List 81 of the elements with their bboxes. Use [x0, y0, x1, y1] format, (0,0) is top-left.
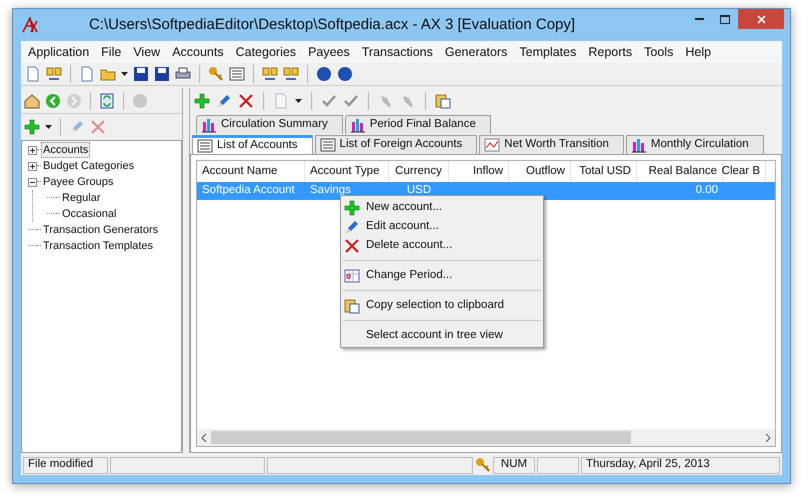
- add-icon[interactable]: [24, 119, 40, 135]
- report-tab[interactable]: Circulation Summary: [196, 115, 343, 134]
- tree-item[interactable]: Regular: [60, 190, 103, 206]
- bar-chart-icon[interactable]: [350, 117, 366, 133]
- menu-item[interactable]: File: [95, 42, 128, 62]
- scroll-left-icon[interactable]: [201, 434, 207, 442]
- pencil-icon[interactable]: [344, 218, 360, 234]
- home-icon[interactable]: [24, 92, 40, 108]
- bar-chart-icon[interactable]: [630, 137, 647, 153]
- tab[interactable]: List of Accounts: [192, 135, 313, 154]
- window-title: C:\Users\SoftpediaEditor\Desktop\Softpedia.acx - AX 3 [Evaluation Copy]: [88, 14, 576, 35]
- key-icon[interactable]: [475, 457, 491, 473]
- save-icon[interactable]: [133, 66, 149, 82]
- save-as-icon[interactable]: [154, 66, 170, 82]
- check-icon[interactable]: [321, 93, 337, 109]
- caret-icon[interactable]: [45, 125, 52, 129]
- menu-item[interactable]: Delete account...: [341, 236, 543, 255]
- menu-item[interactable]: Payees: [302, 42, 356, 62]
- caret-icon[interactable]: [121, 72, 128, 76]
- table-cell-text: 0.00: [696, 183, 718, 198]
- menu-item[interactable]: New account...: [341, 198, 543, 217]
- clipboard-icon[interactable]: [344, 298, 360, 314]
- table-icon[interactable]: [197, 138, 213, 154]
- bar-chart-icon[interactable]: [201, 117, 217, 133]
- menu-item[interactable]: Templates: [513, 42, 582, 62]
- menu-item[interactable]: Transactions: [356, 42, 439, 62]
- report-tab[interactable]: Period Final Balance: [344, 115, 491, 134]
- paste-icon[interactable]: [435, 93, 451, 109]
- expand-icon[interactable]: [28, 146, 37, 154]
- menu-item[interactable]: Tools: [638, 42, 680, 62]
- menu-item[interactable]: Edit account...: [341, 217, 543, 236]
- refresh-icon[interactable]: [99, 92, 115, 108]
- tree-item[interactable]: Transaction Generators: [41, 222, 160, 238]
- tree-item[interactable]: Occasional: [60, 206, 118, 222]
- maximize-icon: [720, 14, 730, 24]
- caret-icon[interactable]: [295, 99, 302, 103]
- back-icon[interactable]: [45, 92, 61, 108]
- cross-icon[interactable]: [344, 238, 360, 254]
- status-message: File modified: [23, 456, 108, 474]
- menu-item[interactable]: View: [127, 42, 166, 62]
- new-file-icon[interactable]: [79, 66, 95, 82]
- menu-item[interactable]: Categories: [230, 42, 302, 62]
- tree-item[interactable]: Transaction Templates: [41, 238, 156, 254]
- menu-item[interactable]: Generators: [438, 42, 514, 62]
- plus-icon[interactable]: [344, 200, 360, 216]
- collapse-icon[interactable]: [28, 178, 37, 186]
- tree-item[interactable]: Payee Groups: [41, 174, 116, 190]
- minimize-icon: [694, 18, 704, 20]
- edit-icon[interactable]: [216, 93, 232, 109]
- table-icon[interactable]: [320, 137, 336, 153]
- status-date: Thursday, April 25, 2013: [581, 456, 780, 474]
- list-icon[interactable]: [229, 66, 245, 82]
- menu-item[interactable]: Reports: [582, 42, 638, 62]
- menu-item[interactable]: Accounts: [166, 42, 230, 62]
- tab[interactable]: Monthly Circulation: [626, 135, 764, 154]
- tree-item[interactable]: Budget Categories: [41, 158, 136, 174]
- double-check-icon[interactable]: [343, 93, 359, 109]
- menu-item[interactable]: Application: [22, 42, 96, 62]
- line-chart-icon[interactable]: [484, 137, 500, 153]
- table-cell-text: Savings: [310, 183, 351, 198]
- tree-item[interactable]: Accounts: [41, 142, 90, 158]
- num-lock-indicator: NUM: [493, 456, 535, 474]
- add-icon[interactable]: [194, 93, 210, 109]
- table-cell-text: USD: [406, 183, 432, 198]
- scroll-right-icon[interactable]: [765, 434, 771, 442]
- calendar-icon[interactable]: [344, 268, 360, 284]
- delete-icon[interactable]: [238, 93, 254, 109]
- close-icon: [756, 14, 766, 24]
- table-cell-text: Softpedia Account: [202, 183, 295, 198]
- menu-item[interactable]: Change Period...: [341, 266, 543, 285]
- tab[interactable]: Net Worth Transition: [479, 135, 624, 154]
- app-logo-icon: [22, 17, 38, 33]
- key-icon[interactable]: [208, 66, 224, 82]
- status-panel: [537, 456, 579, 474]
- menu-item[interactable]: Copy selection to clipboard: [341, 296, 543, 315]
- close-button[interactable]: [738, 9, 784, 29]
- menu-item[interactable]: Help: [679, 42, 718, 62]
- horizontal-scrollbar[interactable]: [197, 429, 775, 446]
- expand-icon[interactable]: [28, 162, 37, 170]
- tab[interactable]: List of Foreign Accounts: [314, 135, 478, 154]
- menu-item[interactable]: Select account in tree view: [341, 326, 543, 345]
